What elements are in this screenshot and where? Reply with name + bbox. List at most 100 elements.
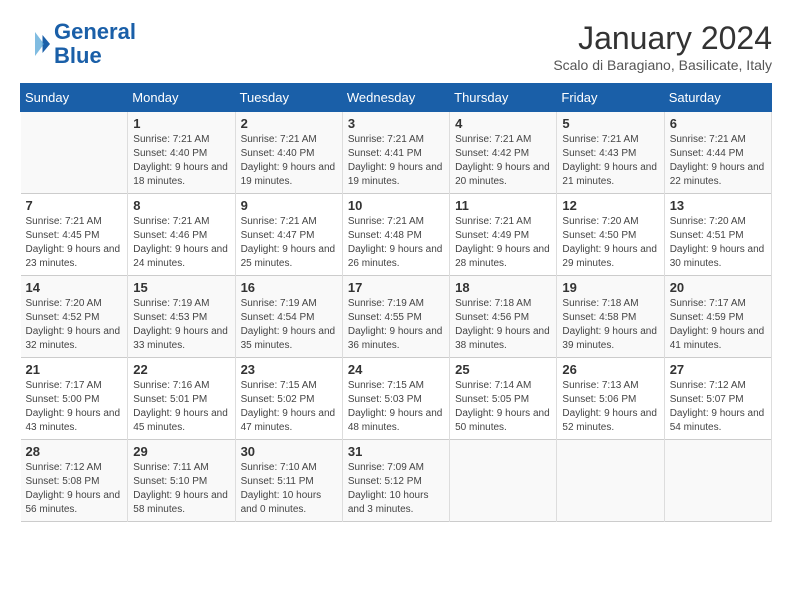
calendar-day-cell: 18Sunrise: 7:18 AMSunset: 4:56 PMDayligh…	[450, 276, 557, 358]
day-info: Sunrise: 7:11 AMSunset: 5:10 PMDaylight:…	[133, 461, 229, 517]
logo-text: General Blue	[54, 20, 136, 68]
day-number: 27	[670, 362, 766, 377]
weekday-header: Thursday	[450, 84, 557, 112]
title-block: January 2024 Scalo di Baragiano, Basilic…	[553, 20, 772, 73]
day-number: 30	[241, 444, 337, 459]
day-number: 21	[26, 362, 123, 377]
day-number: 17	[348, 280, 444, 295]
calendar-day-cell: 27 Sunrise: 7:12 AMSunset: 5:07 PMDayligh…	[664, 358, 771, 440]
day-number: 22	[133, 362, 229, 377]
day-number: 1	[133, 116, 229, 131]
day-info: Sunrise: 7:17 AMSunset: 5:00 PMDaylight:…	[26, 379, 123, 435]
day-number: 16	[241, 280, 337, 295]
weekday-header: Tuesday	[235, 84, 342, 112]
day-number: 7	[26, 198, 123, 213]
day-number: 11	[455, 198, 551, 213]
day-info: Sunrise: 7:21 AMSunset: 4:44 PMDaylight:…	[670, 133, 766, 189]
day-number: 19	[562, 280, 658, 295]
day-number: 29	[133, 444, 229, 459]
day-info: Sunrise: 7:09 AMSunset: 5:12 PMDaylight:…	[348, 461, 444, 517]
day-info: Sunrise: 7:19 AMSunset: 4:54 PMDaylight:…	[241, 297, 337, 353]
calendar-day-cell: 25 Sunrise: 7:14 AMSunset: 5:05 PMDayligh…	[450, 358, 557, 440]
day-number: 15	[133, 280, 229, 295]
day-info: Sunrise: 7:21 AMSunset: 4:48 PMDaylight:…	[348, 215, 444, 271]
day-info: Sunrise: 7:19 AMSunset: 4:53 PMDaylight:…	[133, 297, 229, 353]
calendar-day-cell: 3Sunrise: 7:21 AMSunset: 4:41 PMDaylight…	[342, 112, 449, 194]
day-info: Sunrise: 7:21 AMSunset: 4:41 PMDaylight:…	[348, 133, 444, 189]
calendar-day-cell	[450, 440, 557, 522]
day-info: Sunrise: 7:21 AMSunset: 4:47 PMDaylight:…	[241, 215, 337, 271]
calendar-table: SundayMondayTuesdayWednesdayThursdayFrid…	[20, 83, 772, 522]
weekday-header: Sunday	[21, 84, 128, 112]
calendar-day-cell: 23 Sunrise: 7:15 AMSunset: 5:02 PMDayligh…	[235, 358, 342, 440]
day-number: 9	[241, 198, 337, 213]
day-number: 28	[26, 444, 123, 459]
calendar-day-cell: 28Sunrise: 7:12 AMSunset: 5:08 PMDayligh…	[21, 440, 128, 522]
weekday-header: Saturday	[664, 84, 771, 112]
day-info: Sunrise: 7:18 AMSunset: 4:56 PMDaylight:…	[455, 297, 551, 353]
day-info: Sunrise: 7:15 AMSunset: 5:03 PMDaylight:…	[348, 379, 444, 435]
day-info: Sunrise: 7:12 AMSunset: 5:07 PMDaylight:…	[670, 379, 766, 435]
day-number: 14	[26, 280, 123, 295]
day-number: 13	[670, 198, 766, 213]
day-number: 8	[133, 198, 229, 213]
page-header: General Blue January 2024 Scalo di Barag…	[20, 20, 772, 73]
logo-line1: General	[54, 19, 136, 44]
day-number: 26	[562, 362, 658, 377]
calendar-day-cell	[664, 440, 771, 522]
weekday-header: Monday	[128, 84, 235, 112]
weekday-header-row: SundayMondayTuesdayWednesdayThursdayFrid…	[21, 84, 772, 112]
calendar-day-cell: 24 Sunrise: 7:15 AMSunset: 5:03 PMDayligh…	[342, 358, 449, 440]
calendar-day-cell: 31 Sunrise: 7:09 AMSunset: 5:12 PMDayligh…	[342, 440, 449, 522]
calendar-day-cell	[21, 112, 128, 194]
day-info: Sunrise: 7:15 AMSunset: 5:02 PMDaylight:…	[241, 379, 337, 435]
calendar-day-cell: 5 Sunrise: 7:21 AMSunset: 4:43 PMDaylight…	[557, 112, 664, 194]
calendar-day-cell: 4Sunrise: 7:21 AMSunset: 4:42 PMDaylight…	[450, 112, 557, 194]
calendar-day-cell: 9 Sunrise: 7:21 AMSunset: 4:47 PMDaylight…	[235, 194, 342, 276]
day-info: Sunrise: 7:18 AMSunset: 4:58 PMDaylight:…	[562, 297, 658, 353]
day-info: Sunrise: 7:21 AMSunset: 4:49 PMDaylight:…	[455, 215, 551, 271]
day-number: 25	[455, 362, 551, 377]
day-number: 20	[670, 280, 766, 295]
calendar-day-cell: 14 Sunrise: 7:20 AMSunset: 4:52 PMDayligh…	[21, 276, 128, 358]
calendar-day-cell: 16 Sunrise: 7:19 AMSunset: 4:54 PMDayligh…	[235, 276, 342, 358]
calendar-day-cell: 17Sunrise: 7:19 AMSunset: 4:55 PMDayligh…	[342, 276, 449, 358]
day-number: 23	[241, 362, 337, 377]
calendar-day-cell: 7 Sunrise: 7:21 AMSunset: 4:45 PMDaylight…	[21, 194, 128, 276]
calendar-day-cell: 15 Sunrise: 7:19 AMSunset: 4:53 PMDayligh…	[128, 276, 235, 358]
day-info: Sunrise: 7:20 AMSunset: 4:50 PMDaylight:…	[562, 215, 658, 271]
day-info: Sunrise: 7:16 AMSunset: 5:01 PMDaylight:…	[133, 379, 229, 435]
day-info: Sunrise: 7:10 AMSunset: 5:11 PMDaylight:…	[241, 461, 337, 517]
day-info: Sunrise: 7:21 AMSunset: 4:43 PMDaylight:…	[562, 133, 658, 189]
calendar-week-row: 21 Sunrise: 7:17 AMSunset: 5:00 PMDayligh…	[21, 358, 772, 440]
day-number: 5	[562, 116, 658, 131]
calendar-week-row: 1 Sunrise: 7:21 AMSunset: 4:40 PMDaylight…	[21, 112, 772, 194]
day-info: Sunrise: 7:17 AMSunset: 4:59 PMDaylight:…	[670, 297, 766, 353]
calendar-day-cell: 19 Sunrise: 7:18 AMSunset: 4:58 PMDayligh…	[557, 276, 664, 358]
day-info: Sunrise: 7:14 AMSunset: 5:05 PMDaylight:…	[455, 379, 551, 435]
location-subtitle: Scalo di Baragiano, Basilicate, Italy	[553, 57, 772, 73]
day-number: 6	[670, 116, 766, 131]
calendar-day-cell	[557, 440, 664, 522]
calendar-day-cell: 8Sunrise: 7:21 AMSunset: 4:46 PMDaylight…	[128, 194, 235, 276]
day-info: Sunrise: 7:21 AMSunset: 4:42 PMDaylight:…	[455, 133, 551, 189]
day-info: Sunrise: 7:21 AMSunset: 4:45 PMDaylight:…	[26, 215, 123, 271]
calendar-day-cell: 29 Sunrise: 7:11 AMSunset: 5:10 PMDayligh…	[128, 440, 235, 522]
weekday-header: Wednesday	[342, 84, 449, 112]
day-info: Sunrise: 7:21 AMSunset: 4:40 PMDaylight:…	[241, 133, 337, 189]
calendar-week-row: 28Sunrise: 7:12 AMSunset: 5:08 PMDayligh…	[21, 440, 772, 522]
calendar-day-cell: 10Sunrise: 7:21 AMSunset: 4:48 PMDayligh…	[342, 194, 449, 276]
calendar-day-cell: 30 Sunrise: 7:10 AMSunset: 5:11 PMDayligh…	[235, 440, 342, 522]
calendar-day-cell: 1Sunrise: 7:21 AMSunset: 4:40 PMDaylight…	[128, 112, 235, 194]
weekday-header: Friday	[557, 84, 664, 112]
day-number: 31	[348, 444, 444, 459]
day-info: Sunrise: 7:20 AMSunset: 4:51 PMDaylight:…	[670, 215, 766, 271]
calendar-day-cell: 12Sunrise: 7:20 AMSunset: 4:50 PMDayligh…	[557, 194, 664, 276]
calendar-day-cell: 13 Sunrise: 7:20 AMSunset: 4:51 PMDayligh…	[664, 194, 771, 276]
calendar-week-row: 14 Sunrise: 7:20 AMSunset: 4:52 PMDayligh…	[21, 276, 772, 358]
day-info: Sunrise: 7:13 AMSunset: 5:06 PMDaylight:…	[562, 379, 658, 435]
day-info: Sunrise: 7:20 AMSunset: 4:52 PMDaylight:…	[26, 297, 123, 353]
calendar-day-cell: 21 Sunrise: 7:17 AMSunset: 5:00 PMDayligh…	[21, 358, 128, 440]
calendar-week-row: 7 Sunrise: 7:21 AMSunset: 4:45 PMDaylight…	[21, 194, 772, 276]
day-number: 24	[348, 362, 444, 377]
